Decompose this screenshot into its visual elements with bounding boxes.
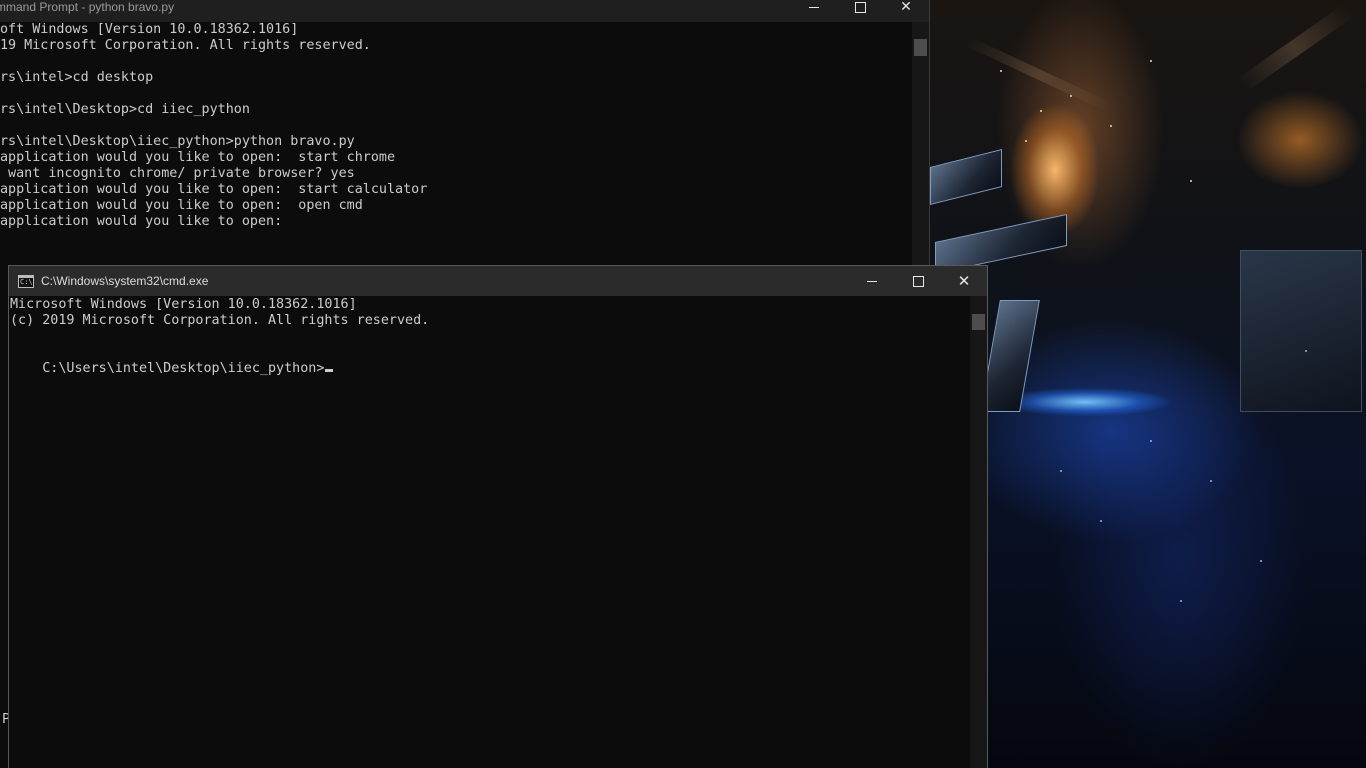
wallpaper-spark [1180,600,1182,602]
background-window-title: mmand Prompt - python bravo.py [0,0,175,14]
wallpaper-spark [1070,95,1072,97]
console-line: application would you like to open: star… [0,150,396,165]
background-window-controls: ✕ [791,0,929,22]
cmd-window-controls: ✕ [849,266,987,296]
wallpaper-spark [1100,520,1102,522]
background-console-output[interactable]: oft Windows [Version 10.0.18362.1016] 19 … [0,22,427,230]
wallpaper-spark [1150,60,1152,62]
console-line: Microsoft Windows [Version 10.0.18362.10… [10,297,357,312]
wallpaper-spark [1040,110,1042,112]
cmd-window-title: C:\Windows\system32\cmd.exe [41,274,209,288]
minimize-button[interactable] [791,0,837,22]
wallpaper-spark [1190,180,1192,182]
wallpaper-spark [1260,560,1262,562]
cmd-window-titlebar[interactable]: C:\ C:\Windows\system32\cmd.exe ✕ [9,266,987,296]
maximize-icon [912,275,924,287]
wallpaper-spark [1110,125,1112,127]
maximize-icon [854,1,866,13]
close-icon: ✕ [900,0,912,15]
wallpaper-spark [1210,480,1212,482]
wallpaper-spark [1150,440,1152,442]
wallpaper-spark [1305,350,1307,352]
wallpaper-ship [980,300,1040,412]
console-line: application would you like to open: open… [0,198,363,213]
wallpaper-beam [1237,4,1353,92]
wallpaper-ship [1240,250,1362,412]
cmd-icon: C:\ [18,274,34,288]
wallpaper-spark [1000,70,1002,72]
cmd-scrollbar-thumb[interactable] [972,314,985,330]
console-line: application would you like to open: [0,214,283,229]
text-cursor [325,369,334,372]
console-line: 19 Microsoft Corporation. All rights res… [0,38,371,53]
close-button[interactable]: ✕ [883,0,929,22]
console-line: (c) 2019 Microsoft Corporation. All righ… [10,313,430,328]
console-line: rs\intel\Desktop\iiec_python>python brav… [0,134,355,149]
cmd-icon-text: C:\ [20,277,33,286]
cmd-console-window[interactable]: C:\ C:\Windows\system32\cmd.exe ✕ Micros… [9,266,987,768]
close-button[interactable]: ✕ [941,266,987,296]
close-icon: ✕ [957,272,971,290]
minimize-icon [867,280,877,282]
wallpaper-ship [930,149,1002,205]
minimize-button[interactable] [849,266,895,296]
cmd-scrollbar[interactable] [970,296,987,768]
background-window-titlebar[interactable]: mmand Prompt - python bravo.py ✕ [0,0,929,22]
console-line: want incognito chrome/ private browser? … [0,166,355,181]
maximize-button[interactable] [837,0,883,22]
maximize-button[interactable] [895,266,941,296]
console-line: oft Windows [Version 10.0.18362.1016] [0,22,299,37]
cmd-prompt-line[interactable]: C:\Users\intel\Desktop\iiec_python> [10,345,334,393]
background-scrollbar-thumb[interactable] [914,39,927,56]
minimize-icon [809,6,819,8]
cmd-prompt: C:\Users\intel\Desktop\iiec_python> [42,361,325,376]
console-line: application would you like to open: star… [0,182,428,197]
cmd-console-output[interactable]: Microsoft Windows [Version 10.0.18362.10… [10,297,429,345]
console-line: rs\intel>cd desktop [0,70,154,85]
wallpaper-beam [965,36,1115,114]
console-line: rs\intel\Desktop>cd iiec_python [0,102,250,117]
wallpaper-spark [1025,140,1027,142]
wallpaper-spark [1060,470,1062,472]
